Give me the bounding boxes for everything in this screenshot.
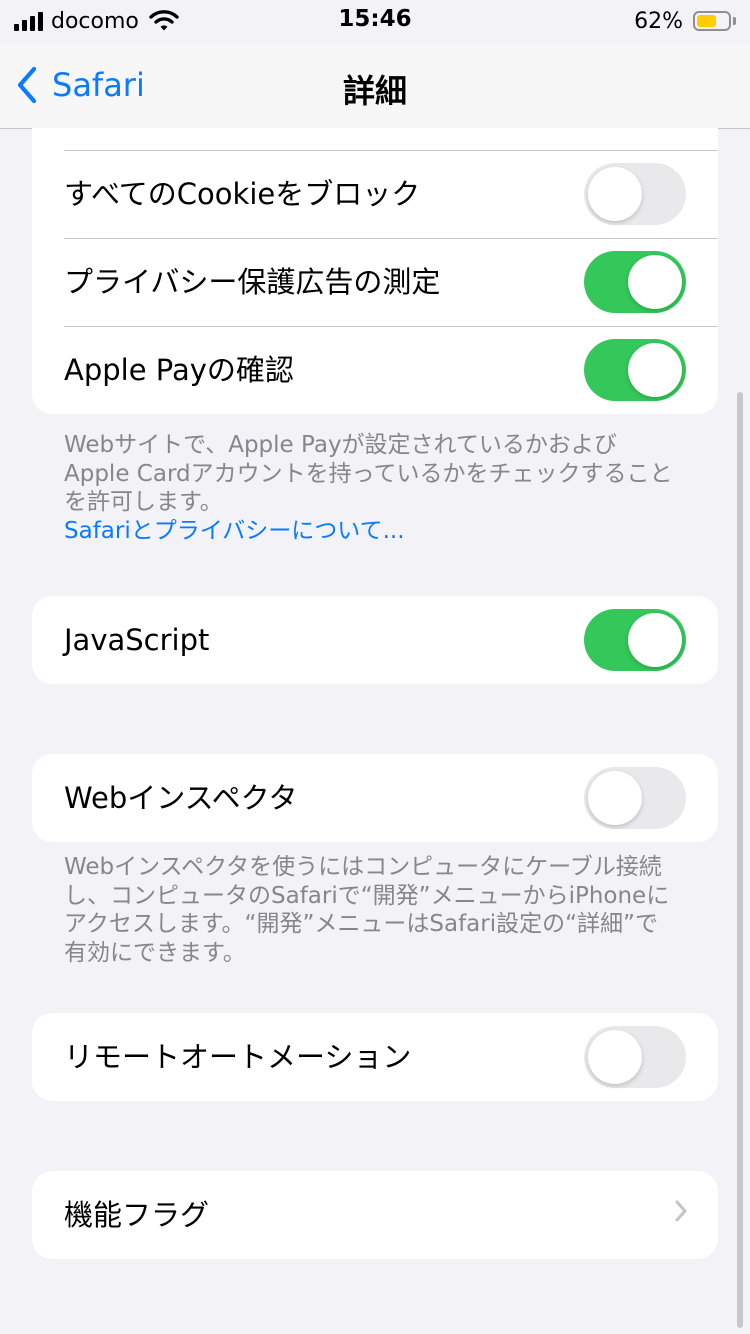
apple-pay-check-row: Apple Payの確認 <box>32 326 718 414</box>
footnote-line: を許可します。 <box>64 489 223 515</box>
footnote-line: し、コンピュータのSafariで“開発”メニューからiPhoneに <box>64 882 670 909</box>
battery-icon <box>693 11 731 31</box>
javascript-label: JavaScript <box>64 623 210 657</box>
footnote-line: Webインスペクタを使うにはコンピュータにケーブル接続 <box>64 854 662 880</box>
web-inspector-footnote: Webインスペクタを使うにはコンピュータにケーブル接続 し、コンピュータのSaf… <box>64 853 694 967</box>
battery-percentage: 62% <box>634 8 683 34</box>
javascript-group: JavaScript <box>32 596 718 684</box>
web-inspector-label: Webインスペクタ <box>64 781 298 815</box>
web-inspector-group: Webインスペクタ <box>32 754 718 842</box>
toggle-knob <box>628 343 682 397</box>
battery-cap <box>733 17 736 25</box>
block-all-cookies-row: すべてのCookieをブロック <box>32 150 718 238</box>
remote-automation-toggle[interactable] <box>584 1026 686 1088</box>
feature-flags-row[interactable]: 機能フラグ <box>32 1171 718 1259</box>
page-title: 詳細 <box>342 72 407 110</box>
feature-flags-label: 機能フラグ <box>64 1198 210 1232</box>
web-inspector-toggle[interactable] <box>584 767 686 829</box>
safari-privacy-link[interactable]: Safariとプライバシーについて... <box>64 517 694 546</box>
block-all-cookies-label: すべてのCookieをブロック <box>64 177 421 211</box>
privacy-ad-measurement-label: プライバシー保護広告の測定 <box>64 265 441 299</box>
toggle-knob <box>628 255 682 309</box>
remote-automation-group: リモートオートメーション <box>32 1013 718 1101</box>
javascript-toggle[interactable] <box>584 609 686 671</box>
footnote-line: 有効にできます。 <box>64 939 246 966</box>
apple-pay-check-label: Apple Payの確認 <box>64 353 294 387</box>
privacy-ad-measurement-row: プライバシー保護広告の測定 <box>32 238 718 326</box>
footnote-line: アクセスします。“開発”メニューはSafari設定の“詳細”で <box>64 911 658 937</box>
apple-pay-footnote: Webサイトで、Apple Payが設定されているかおよび Apple Card… <box>64 431 694 545</box>
block-all-cookies-toggle[interactable] <box>584 163 686 225</box>
navigation-bar: Safari 詳細 <box>0 44 750 129</box>
toggle-knob <box>588 771 642 825</box>
toggle-knob <box>588 1030 642 1084</box>
status-bar: docomo 15:46 62% <box>0 0 750 44</box>
javascript-row: JavaScript <box>32 596 718 684</box>
feature-flags-group: 機能フラグ <box>32 1171 718 1259</box>
apple-pay-check-toggle[interactable] <box>584 339 686 401</box>
privacy-settings-group: すべてのCookieをブロック プライバシー保護広告の測定 Apple Payの… <box>32 128 718 414</box>
remote-automation-row: リモートオートメーション <box>32 1013 718 1101</box>
web-inspector-row: Webインスペクタ <box>32 754 718 842</box>
remote-automation-label: リモートオートメーション <box>64 1040 412 1074</box>
status-bar-right: 62% <box>634 8 736 34</box>
chevron-right-icon <box>675 1200 687 1222</box>
privacy-ad-measurement-toggle[interactable] <box>584 251 686 313</box>
battery-level-fill <box>697 15 716 27</box>
footnote-line: Webサイトで、Apple Payが設定されているかおよび <box>64 432 617 458</box>
footnote-line: Apple Cardアカウントを持っているかをチェックすること <box>64 460 673 487</box>
toggle-knob <box>588 167 642 221</box>
toggle-knob <box>628 613 682 667</box>
scroll-indicator[interactable] <box>737 392 743 1328</box>
